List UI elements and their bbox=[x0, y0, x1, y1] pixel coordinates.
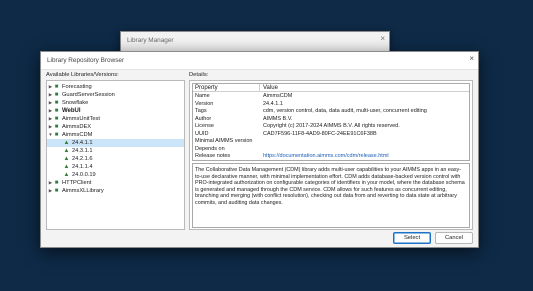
tree-item-label: WebUI bbox=[62, 108, 81, 114]
property-name: License bbox=[195, 123, 214, 129]
property-row: Minimal AIMMS version bbox=[193, 138, 469, 146]
tree-item-label: 24.4.1.1 bbox=[72, 140, 93, 146]
property-value: cdm, version control, data, data audit, … bbox=[263, 108, 427, 114]
tree-item-label: 24.2.1.6 bbox=[72, 156, 93, 162]
properties-header: Property Value bbox=[193, 84, 469, 92]
value-column-header[interactable]: Value bbox=[263, 85, 278, 91]
library-icon: ■ bbox=[54, 124, 59, 130]
tree-version-item[interactable]: ▲ 24.3.1.1 bbox=[47, 147, 184, 155]
property-row: Author AIMMS B.V. bbox=[193, 116, 469, 124]
property-name: Release notes bbox=[195, 153, 231, 159]
library-repository-browser-dialog: Library Repository Browser × Available L… bbox=[40, 51, 479, 248]
property-row: Tags cdm, version control, data, data aud… bbox=[193, 108, 469, 116]
tree-version-item[interactable]: ▲ 24.1.1.4 bbox=[47, 163, 184, 171]
library-tree[interactable]: ▶ ■ Forecasting ▶ ■ GuardServerSession ▶ ■ Snowf… bbox=[46, 80, 185, 230]
property-value: AimmsCDM bbox=[263, 93, 293, 99]
tree-item-label: 24.1.1.4 bbox=[72, 164, 93, 170]
tree-item-label: 24.0.0.19 bbox=[72, 172, 96, 178]
property-name: Version bbox=[195, 100, 214, 107]
version-icon: ▲ bbox=[63, 164, 70, 170]
select-button[interactable]: Select bbox=[393, 232, 431, 244]
property-value: CAD7F596-11F8-4AD9-80FC-24EE91C6F38B bbox=[263, 130, 377, 137]
tree-item-label: AimmsXLLibrary bbox=[62, 188, 104, 194]
library-manager-title: Library Manager bbox=[127, 37, 174, 44]
tree-item-label: AimmsUnitTest bbox=[62, 116, 100, 122]
property-row: Version 24.4.1.1 bbox=[193, 101, 469, 109]
tree-library-item[interactable]: ▶ ■ AimmsDEX bbox=[47, 123, 184, 131]
library-icon: ■ bbox=[54, 92, 59, 98]
tree-item-label: GuardServerSession bbox=[62, 92, 115, 98]
property-row: License Copyright (c) 2017-2024 AIMMS B.V… bbox=[193, 123, 469, 131]
library-description: The Collaborative Data Management (CDM) … bbox=[192, 163, 470, 228]
tree-version-item[interactable]: ▲ 24.4.1.1 bbox=[47, 139, 184, 147]
property-row: UUID CAD7F596-11F8-4AD9-80FC-24EE91C6F38B bbox=[193, 131, 469, 139]
library-icon: ■ bbox=[54, 188, 59, 194]
property-name: Tags bbox=[195, 108, 207, 114]
tree-library-item[interactable]: ▼ ■ AimmsCDM bbox=[47, 131, 184, 139]
version-icon: ▲ bbox=[63, 172, 70, 178]
available-libraries-label: Available Libraries/Versions: bbox=[46, 72, 119, 78]
property-row: Name AimmsCDM bbox=[193, 93, 469, 101]
version-icon: ▲ bbox=[63, 140, 70, 146]
tree-version-item[interactable]: ▲ 24.2.1.6 bbox=[47, 155, 184, 163]
library-icon: ■ bbox=[54, 180, 59, 186]
properties-table: Property Value Name AimmsCDM Version 24.4.1… bbox=[192, 83, 470, 161]
tree-library-item[interactable]: ▶ ■ Forecasting bbox=[47, 83, 184, 91]
tree-item-label: 24.3.1.1 bbox=[72, 148, 93, 154]
library-icon: ■ bbox=[54, 116, 59, 122]
property-name: Depends on bbox=[195, 145, 225, 152]
property-name: Minimal AIMMS version bbox=[195, 138, 253, 144]
tree-item-label: HTTPClient bbox=[62, 180, 92, 186]
dialog-title: Library Repository Browser bbox=[47, 57, 125, 64]
tree-library-item[interactable]: ▶ ■ GuardServerSession bbox=[47, 91, 184, 99]
tree-item-label: Forecasting bbox=[62, 84, 92, 90]
property-row: Release notes https://documentation.aimms… bbox=[193, 153, 469, 161]
property-value: Copyright (c) 2017-2024 AIMMS B.V. All r… bbox=[263, 123, 400, 129]
tree-library-item[interactable]: ▶ ■ WebUI bbox=[47, 107, 184, 115]
tree-library-item[interactable]: ▶ ■ AimmsUnitTest bbox=[47, 115, 184, 123]
property-name: UUID bbox=[195, 130, 209, 137]
cancel-button[interactable]: Cancel bbox=[435, 232, 473, 244]
tree-version-item[interactable]: ▲ 24.0.0.19 bbox=[47, 171, 184, 179]
version-icon: ▲ bbox=[63, 156, 70, 162]
dialog-titlebar: Library Repository Browser × bbox=[41, 52, 478, 70]
tree-item-label: AimmsDEX bbox=[62, 124, 92, 130]
tree-item-label: Snowflake bbox=[62, 100, 89, 106]
library-icon: ■ bbox=[54, 84, 59, 90]
details-panel: Property Value Name AimmsCDM Version 24.4.1… bbox=[189, 80, 473, 230]
version-icon: ▲ bbox=[63, 148, 70, 154]
property-row: Depends on bbox=[193, 146, 469, 154]
close-icon[interactable]: × bbox=[380, 34, 385, 43]
tree-library-item[interactable]: ▶ ■ Snowflake bbox=[47, 99, 184, 107]
property-value: 24.4.1.1 bbox=[263, 100, 283, 107]
library-icon: ■ bbox=[54, 132, 59, 138]
tree-library-item[interactable]: ▶ ■ HTTPClient bbox=[47, 179, 184, 187]
library-icon: ■ bbox=[54, 108, 59, 114]
close-icon[interactable]: × bbox=[469, 54, 474, 63]
library-icon: ■ bbox=[54, 100, 59, 106]
property-column-header[interactable]: Property bbox=[195, 85, 218, 91]
release-notes-link[interactable]: https://documentation.aimms.com/cdm/rele… bbox=[263, 153, 389, 161]
property-name: Author bbox=[195, 115, 212, 122]
property-name: Name bbox=[195, 93, 210, 99]
column-divider[interactable] bbox=[259, 84, 260, 92]
tree-library-item[interactable]: ▶ ■ AimmsXLLibrary bbox=[47, 187, 184, 195]
tree-item-label: AimmsCDM bbox=[62, 132, 93, 138]
details-label: Details: bbox=[189, 72, 209, 78]
property-value: AIMMS B.V. bbox=[263, 115, 293, 122]
